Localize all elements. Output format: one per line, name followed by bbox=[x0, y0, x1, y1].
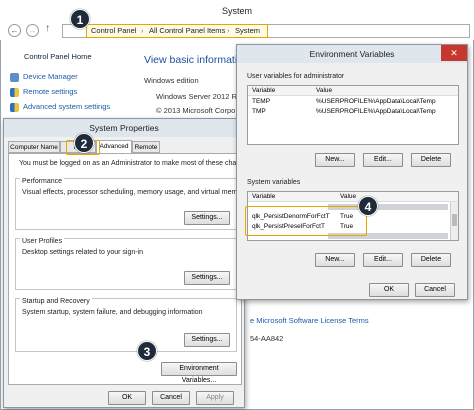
tab-remote[interactable]: Remote bbox=[132, 141, 160, 153]
edition-label: Windows edition bbox=[144, 76, 199, 85]
product-id-text: 54-AA842 bbox=[250, 334, 284, 343]
system-list-header: Variable Value bbox=[248, 192, 458, 202]
system-delete-button[interactable]: Delete bbox=[411, 253, 451, 267]
edition-value: Windows Server 2012 R bbox=[156, 92, 237, 101]
user-edit-button[interactable]: Edit... bbox=[363, 153, 403, 167]
column-header-variable: Variable bbox=[252, 193, 276, 200]
startup-recovery-desc: System startup, system failure, and debu… bbox=[22, 309, 203, 316]
sidebar-item-advanced-settings[interactable]: Advanced system settings bbox=[10, 102, 110, 112]
variable-value: %USERPROFILE%\AppData\Local\Temp bbox=[316, 98, 436, 105]
user-profiles-desc: Desktop settings related to your sign-in bbox=[22, 249, 144, 256]
admin-note: You must be logged on as an Administrato… bbox=[19, 160, 248, 167]
startup-recovery-label: Startup and Recovery bbox=[20, 298, 92, 305]
callout-2: 2 bbox=[74, 133, 94, 153]
breadcrumb-separator: › bbox=[141, 26, 144, 35]
table-row[interactable]: TEMP %USERPROFILE%\AppData\Local\Temp bbox=[248, 97, 458, 107]
env-cancel-button[interactable]: Cancel bbox=[415, 283, 455, 297]
control-panel-home-link[interactable]: Control Panel Home bbox=[24, 52, 92, 61]
variable-name: TEMP bbox=[252, 98, 271, 105]
user-variables-list[interactable]: Variable Value TEMP %USERPROFILE%\AppDat… bbox=[247, 85, 459, 145]
up-arrow-icon[interactable]: ↑ bbox=[45, 23, 50, 34]
license-terms-link[interactable]: e Microsoft Software License Terms bbox=[250, 316, 369, 325]
column-header-variable: Variable bbox=[252, 87, 276, 94]
breadcrumb-control-panel[interactable]: Control Panel bbox=[91, 25, 136, 37]
tab-advanced[interactable]: Advanced bbox=[96, 140, 132, 153]
sidebar: Control Panel Home Device Manager Remote… bbox=[6, 44, 136, 124]
performance-group: Performance Visual effects, processor sc… bbox=[15, 178, 247, 230]
performance-desc: Visual effects, processor scheduling, me… bbox=[22, 189, 248, 196]
callout-3: 3 bbox=[137, 341, 157, 361]
scrollbar-thumb[interactable] bbox=[452, 214, 457, 226]
variable-name: TMP bbox=[252, 108, 266, 115]
table-row[interactable]: TMP %USERPROFILE%\AppData\Local\Temp bbox=[248, 107, 458, 117]
shield-icon bbox=[10, 102, 19, 112]
environment-variables-dialog: Environment Variables ✕ User variables f… bbox=[236, 44, 468, 300]
cancel-button[interactable]: Cancel bbox=[152, 391, 190, 405]
performance-settings-button[interactable]: Settings... bbox=[184, 211, 230, 225]
user-list-header: Variable Value bbox=[248, 86, 458, 96]
environment-variables-button[interactable]: Environment Variables... bbox=[161, 362, 237, 384]
system-edit-button[interactable]: Edit... bbox=[363, 253, 403, 267]
user-delete-button[interactable]: Delete bbox=[411, 153, 451, 167]
list-scrollbar[interactable] bbox=[450, 202, 458, 240]
column-header-value: Value bbox=[340, 193, 357, 200]
user-profiles-label: User Profiles bbox=[20, 238, 65, 245]
breadcrumb-system[interactable]: System bbox=[235, 25, 260, 37]
advanced-tab-panel: You must be logged on as an Administrato… bbox=[8, 153, 248, 385]
system-properties-dialog: System Properties Computer Name Ha Advan… bbox=[3, 118, 248, 408]
apply-button[interactable]: Apply bbox=[196, 391, 234, 405]
copyright-text: © 2013 Microsoft Corpo bbox=[156, 106, 236, 115]
breadcrumb-separator: › bbox=[227, 26, 230, 35]
startup-settings-button[interactable]: Settings... bbox=[184, 333, 230, 347]
user-profiles-group: User Profiles Desktop settings related t… bbox=[15, 238, 237, 290]
sidebar-item-device-manager[interactable]: Device Manager bbox=[10, 72, 78, 82]
env-ok-button[interactable]: OK bbox=[369, 283, 409, 297]
variable-value: %USERPROFILE%\AppData\Local\Temp bbox=[316, 108, 436, 115]
column-header-value: Value bbox=[316, 87, 333, 94]
environment-variables-title: Environment Variables bbox=[237, 45, 467, 63]
tab-computer-name[interactable]: Computer Name bbox=[8, 141, 60, 153]
callout-1: 1 bbox=[70, 9, 90, 29]
performance-label: Performance bbox=[20, 178, 65, 185]
device-manager-icon bbox=[10, 72, 19, 82]
system-properties-title: System Properties bbox=[4, 119, 244, 137]
shield-icon bbox=[10, 87, 19, 97]
user-profiles-settings-button[interactable]: Settings... bbox=[184, 271, 230, 285]
system-new-button[interactable]: New... bbox=[315, 253, 355, 267]
callout-4: 4 bbox=[358, 196, 378, 216]
system-variables-highlight bbox=[245, 206, 367, 236]
system-variables-label: System variables bbox=[247, 179, 301, 186]
close-icon[interactable]: ✕ bbox=[441, 45, 467, 61]
startup-recovery-group: Startup and Recovery System startup, sys… bbox=[15, 298, 237, 352]
forward-arrow-icon[interactable]: → bbox=[26, 24, 39, 37]
breadcrumb-all-items[interactable]: All Control Panel Items bbox=[149, 25, 225, 37]
breadcrumb[interactable]: Control Panel › All Control Panel Items … bbox=[86, 24, 268, 38]
page-heading: View basic informatio bbox=[144, 54, 244, 66]
back-arrow-icon[interactable]: ← bbox=[8, 24, 21, 37]
user-variables-label: User variables for administrator bbox=[247, 73, 345, 80]
ok-button[interactable]: OK bbox=[108, 391, 146, 405]
sidebar-item-remote-settings[interactable]: Remote settings bbox=[10, 87, 77, 97]
user-new-button[interactable]: New... bbox=[315, 153, 355, 167]
